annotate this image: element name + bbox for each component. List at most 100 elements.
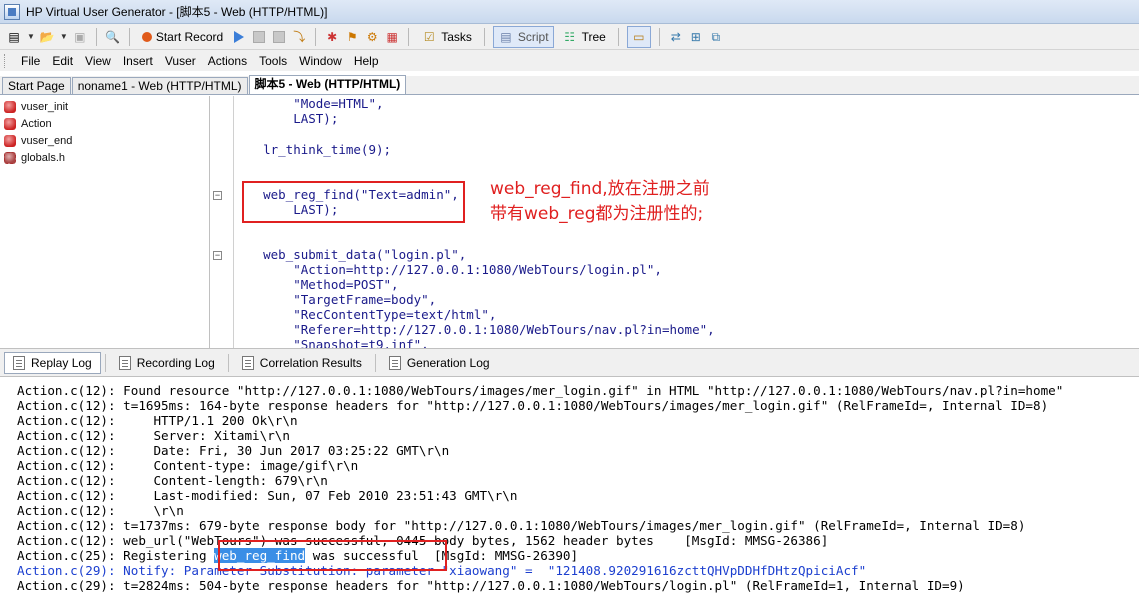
menu-window[interactable]: Window <box>293 54 348 68</box>
action-icon <box>4 100 16 113</box>
new-dropdown-icon[interactable]: ▼ <box>27 32 35 41</box>
tab-script5[interactable]: 脚本5 - Web (HTTP/HTML) <box>248 75 407 94</box>
script-icon: ▤ <box>500 29 512 44</box>
tasks-button[interactable]: ☑ Tasks <box>417 26 476 48</box>
tab-separator <box>227 353 229 372</box>
document-tabs: Start Page noname1 - Web (HTTP/HTML) 脚本5… <box>0 75 1139 95</box>
start-record-label: Start Record <box>155 29 224 44</box>
tab-generation-log[interactable]: Generation Log <box>380 352 499 374</box>
replay-log[interactable]: Action.c(12): Found resource "http://127… <box>0 378 1139 605</box>
tab-correlation-results[interactable]: Correlation Results <box>233 352 371 374</box>
pause-icon[interactable] <box>271 29 287 45</box>
menu-help[interactable]: Help <box>348 54 385 68</box>
log-line: Action.c(12): \r\n <box>17 503 184 518</box>
tree-item-vuser-end[interactable]: vuser_end <box>0 132 209 149</box>
menu-actions[interactable]: Actions <box>202 54 253 68</box>
tree-item-label: globals.h <box>21 151 66 164</box>
menu-tools[interactable]: Tools <box>253 54 293 68</box>
tree-item-vuser-init[interactable]: vuser_init <box>0 98 209 115</box>
run-icon[interactable] <box>231 29 247 45</box>
highlight-box <box>242 181 465 223</box>
menu-edit[interactable]: Edit <box>46 54 79 68</box>
tab-recording-log[interactable]: Recording Log <box>110 352 224 374</box>
title-bar: HP Virtual User Generator - [脚本5 - Web (… <box>0 0 1139 24</box>
tab-start-page[interactable]: Start Page <box>2 77 71 94</box>
tab-label: Recording Log <box>136 355 215 370</box>
tasks-label: Tasks <box>441 29 472 44</box>
tree-item-label: vuser_end <box>21 134 73 147</box>
tab-label: Generation Log <box>406 355 490 370</box>
stop-icon[interactable] <box>251 29 267 45</box>
toolbar-separator <box>128 27 130 46</box>
menu-file[interactable]: File <box>15 54 46 68</box>
log-line: Action.c(12): t=1695ms: 164-byte respons… <box>17 398 1049 413</box>
runtime-settings-icon[interactable]: ▦ <box>384 29 400 45</box>
find-icon[interactable]: 🔍 <box>105 29 121 45</box>
record-icon <box>141 31 152 42</box>
tab-separator <box>104 353 106 372</box>
tree-item-label: Action <box>21 117 52 130</box>
bookmark-icon[interactable]: ⚑ <box>344 29 360 45</box>
snapshot-icon[interactable]: ⊞ <box>688 29 704 45</box>
action-icon <box>4 117 16 130</box>
tree-label: Tree <box>581 29 606 44</box>
code-line: "Snapshot=t9.inf", <box>233 337 429 348</box>
header-file-icon <box>4 151 16 164</box>
tab-label: Correlation Results <box>259 355 362 370</box>
log-line: Action.c(12): Content-type: image/gif\r\… <box>17 458 359 473</box>
code-line: "TargetFrame=body", <box>233 292 437 307</box>
script-view-button[interactable]: ▤ Script <box>492 25 554 48</box>
open-dropdown-icon[interactable]: ▼ <box>60 32 68 41</box>
log-line: Action.c(29): t=2824ms: 504-byte respons… <box>17 578 965 593</box>
log-icon <box>388 355 401 370</box>
log-line: Action.c(12): Server: Xitami\r\n <box>17 428 290 443</box>
tree-item-label: vuser_init <box>21 100 69 113</box>
log-line: Action.c(12): Found resource "http://127… <box>17 383 1064 398</box>
code-line: LAST); <box>233 111 339 126</box>
tab-replay-log[interactable]: Replay Log <box>4 351 101 374</box>
output-tabs: Replay Log Recording Log Correlation Res… <box>0 348 1139 377</box>
compare-icon[interactable]: ⧉ <box>708 29 724 45</box>
tab-separator <box>374 353 376 372</box>
save-icon[interactable]: ▣ <box>72 29 88 45</box>
log-line: Action.c(12): HTTP/1.1 200 Ok\r\n <box>17 413 298 428</box>
compile-icon[interactable]: ⚙ <box>364 29 380 45</box>
code-line: "Mode=HTML", <box>233 96 384 111</box>
toolbar-separator <box>315 27 317 46</box>
tree-item-globals[interactable]: globals.h <box>0 149 209 166</box>
open-folder-icon[interactable]: 📂 <box>39 29 55 45</box>
tab-noname1[interactable]: noname1 - Web (HTTP/HTML) <box>71 77 248 94</box>
log-icon <box>13 355 25 370</box>
new-script-icon[interactable]: ▤ <box>6 29 22 45</box>
menu-view[interactable]: View <box>79 54 117 68</box>
app-icon <box>4 3 20 20</box>
menu-vuser[interactable]: Vuser <box>159 54 202 68</box>
output-toggle-button[interactable]: ▭ <box>626 25 651 48</box>
log-prefix: Action.c(25): Registering <box>17 548 215 563</box>
menu-grip <box>4 53 7 68</box>
tree-view-button[interactable]: ☷ Tree <box>558 26 610 48</box>
log-icon <box>118 355 131 370</box>
tab-label: Replay Log <box>31 355 92 370</box>
code-line: "Method=POST", <box>233 277 399 292</box>
script-editor[interactable]: − − "Mode=HTML", LAST); lr_think_time(9)… <box>211 96 1139 348</box>
step-icon[interactable]: ⤵ <box>291 29 307 45</box>
highlight-box <box>218 540 447 571</box>
sync-icon[interactable]: ⇄ <box>668 29 684 45</box>
toolbar-separator <box>408 27 410 46</box>
menu-insert[interactable]: Insert <box>117 54 159 68</box>
breakpoint-icon[interactable]: ✱ <box>324 29 340 45</box>
toolbar: ▤ ▼ 📂 ▼ ▣ 🔍 Start Record ⤵ ✱ ⚑ ⚙ ▦ ☑ Tasks … <box>0 24 1139 50</box>
annotation-line-1: web_reg_find,放在注册之前 <box>490 179 710 199</box>
code-line: "Referer=http://127.0.0.1:1080/WebTours/… <box>233 322 715 337</box>
code-line: "RecContentType=text/html", <box>233 307 497 322</box>
log-line: Action.c(12): Last-modified: Sun, 07 Feb… <box>17 488 518 503</box>
annotation-line-2: 带有web_reg都为注册性的; <box>490 204 704 224</box>
tree-icon: ☷ <box>564 29 575 44</box>
log-line: Action.c(12): Date: Fri, 30 Jun 2017 03:… <box>17 443 450 458</box>
correlation-icon <box>241 355 254 370</box>
tree-item-action[interactable]: Action <box>0 115 209 132</box>
menu-bar: File Edit View Insert Vuser Actions Tool… <box>0 50 1139 71</box>
start-record-button[interactable]: Start Record <box>138 26 227 48</box>
code-line: "Action=http://127.0.0.1:1080/WebTours/l… <box>233 262 662 277</box>
